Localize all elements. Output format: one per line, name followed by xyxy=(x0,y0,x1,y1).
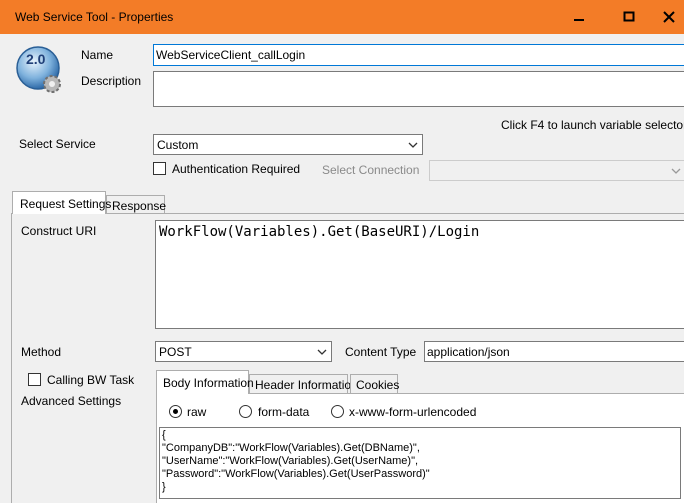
properties-panel: 2.0 Name WebServiceClient_callLogin Desc… xyxy=(0,34,684,503)
tab-request-settings[interactable]: Request Settings xyxy=(12,191,111,214)
name-input[interactable]: WebServiceClient_callLogin xyxy=(153,44,684,66)
content-type-label: Content Type xyxy=(345,345,417,359)
title-bar[interactable]: Web Service Tool - Properties xyxy=(0,0,684,34)
authentication-required-label: Authentication Required xyxy=(172,162,301,176)
name-label: Name xyxy=(81,48,114,62)
urlencoded-radio[interactable] xyxy=(331,405,344,418)
description-input[interactable] xyxy=(153,71,684,107)
select-connection-dropdown[interactable] xyxy=(429,160,684,181)
close-button[interactable] xyxy=(654,0,684,34)
calling-bw-task-checkbox[interactable] xyxy=(28,373,41,386)
tab-body-information[interactable]: Body Information xyxy=(156,370,254,394)
raw-label: raw xyxy=(187,405,207,419)
select-service-dropdown[interactable]: Custom xyxy=(153,134,423,155)
form-data-label: form-data xyxy=(258,405,310,419)
urlencoded-label: x-www-form-urlencoded xyxy=(349,405,477,419)
logo-version: 2.0 xyxy=(26,51,46,67)
construct-uri-label: Construct URI xyxy=(21,224,97,238)
window-title: Web Service Tool - Properties xyxy=(15,10,174,24)
minimize-button[interactable] xyxy=(556,0,602,34)
chevron-down-icon xyxy=(408,142,418,148)
tab-header-information[interactable]: Header Information xyxy=(249,374,358,394)
body-line: "CompanyDB":"WorkFlow(Variables).Get(DBN… xyxy=(162,442,420,454)
body-line: } xyxy=(162,481,166,493)
construct-uri-input[interactable]: WorkFlow(Variables).Get(BaseURI)/Login xyxy=(155,220,684,329)
tab-cookies[interactable]: Cookies xyxy=(350,374,399,394)
description-label: Description xyxy=(81,74,142,88)
content-type-input[interactable]: application/json xyxy=(424,341,684,362)
chevron-down-icon xyxy=(671,168,681,174)
minimize-icon xyxy=(574,19,584,21)
body-content-input[interactable]: { "CompanyDB":"WorkFlow(Variables).Get(D… xyxy=(159,427,681,499)
select-service-label: Select Service xyxy=(19,137,96,151)
select-service-value: Custom xyxy=(157,138,199,152)
tab-response[interactable]: Response xyxy=(106,195,166,214)
chevron-down-icon xyxy=(317,349,327,355)
form-data-radio[interactable] xyxy=(239,405,252,418)
body-line: "UserName":"WorkFlow(Variables).Get(User… xyxy=(162,455,419,467)
name-value: WebServiceClient_callLogin xyxy=(156,48,306,62)
select-connection-label: Select Connection xyxy=(322,163,420,177)
calling-bw-task-label: Calling BW Task xyxy=(47,373,135,387)
construct-uri-value: WorkFlow(Variables).Get(BaseURI)/Login xyxy=(159,224,480,240)
advanced-settings-label: Advanced Settings xyxy=(21,394,122,408)
authentication-required-checkbox[interactable] xyxy=(153,162,166,175)
raw-radio[interactable] xyxy=(169,405,182,418)
content-type-value: application/json xyxy=(427,345,510,359)
method-dropdown[interactable]: POST xyxy=(155,341,332,362)
maximize-icon xyxy=(623,11,635,22)
variable-selector-hint: Click F4 to launch variable selector xyxy=(501,118,684,132)
method-value: POST xyxy=(159,345,192,359)
close-icon xyxy=(663,11,675,23)
maximize-button[interactable] xyxy=(606,0,652,34)
method-label: Method xyxy=(21,345,62,359)
body-line: "Password":"WorkFlow(Variables).Get(User… xyxy=(162,468,430,480)
body-line: { xyxy=(162,429,166,441)
